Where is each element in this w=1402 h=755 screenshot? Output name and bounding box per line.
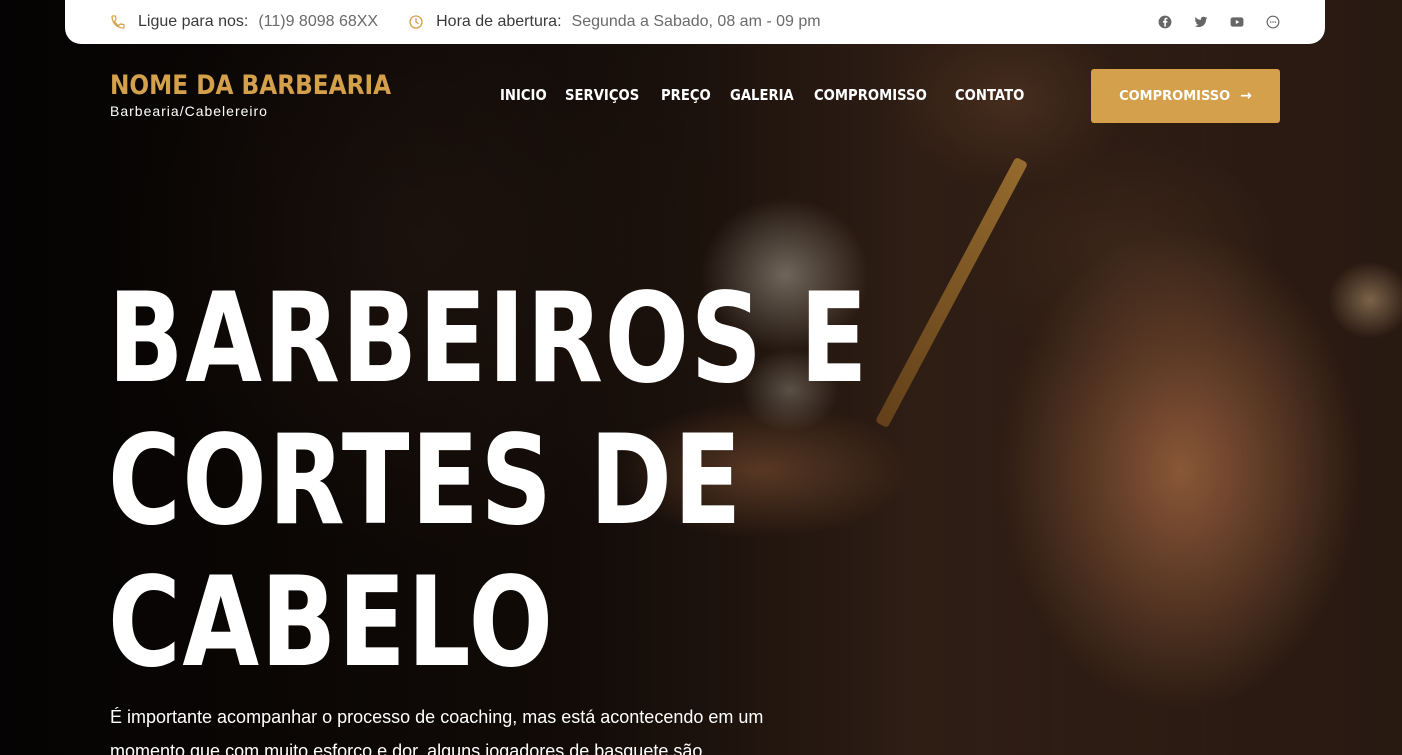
phone-value[interactable]: (11)9 8098 68XX xyxy=(258,13,378,31)
nav-item-galeria[interactable]: GALERIA xyxy=(730,86,794,104)
nav-item-contato[interactable]: CONTATO xyxy=(955,86,1024,104)
hero-description: É importante acompanhar o processo de co… xyxy=(110,707,764,755)
top-info-bar: Ligue para nos: (11)9 8098 68XX Hora de … xyxy=(65,0,1325,44)
nav-item-inicio[interactable]: INICIO xyxy=(500,86,547,104)
hero-title-line-2: CORTES DE xyxy=(108,409,743,553)
phone-info: Ligue para nos: (11)9 8098 68XX xyxy=(110,13,378,31)
facebook-icon[interactable] xyxy=(1158,15,1172,29)
twitter-icon[interactable] xyxy=(1194,15,1208,29)
nav-item-servicos[interactable]: SERVIÇOS xyxy=(565,86,639,104)
brand-logo[interactable]: NOME DA BARBEARIA Barbearia/Cabelereiro xyxy=(110,70,437,119)
hero-title-line-3: CABELO xyxy=(108,551,555,695)
social-links xyxy=(1158,15,1280,29)
phone-label: Ligue para nos: xyxy=(138,13,249,30)
hero-title: BARBEIROS E CORTES DE CABELO xyxy=(108,267,870,695)
compromisso-button[interactable]: COMPROMISSO → xyxy=(1091,69,1280,123)
nav-item-preco[interactable]: PREÇO xyxy=(661,86,711,104)
compromisso-button-label: COMPROMISSO xyxy=(1119,88,1231,104)
hero-title-line-1: BARBEIROS E xyxy=(108,267,870,411)
chat-icon[interactable] xyxy=(1266,15,1280,29)
brand-name: NOME DA BARBEARIA xyxy=(110,70,392,101)
hours-info: Hora de abertura: Segunda a Sabado, 08 a… xyxy=(408,13,821,31)
main-nav: INICIO SERVIÇOS PREÇO GALERIA COMPROMISS… xyxy=(500,86,1025,104)
phone-icon xyxy=(111,15,125,29)
nav-item-compromisso[interactable]: COMPROMISSO xyxy=(814,86,927,104)
clock-icon xyxy=(409,15,423,29)
youtube-icon[interactable] xyxy=(1230,15,1244,29)
hours-label: Hora de abertura: xyxy=(436,13,562,30)
arrow-right-icon: → xyxy=(1240,88,1252,104)
brand-subtitle: Barbearia/Cabelereiro xyxy=(110,103,268,119)
hours-value: Segunda a Sabado, 08 am - 09 pm xyxy=(571,13,821,30)
